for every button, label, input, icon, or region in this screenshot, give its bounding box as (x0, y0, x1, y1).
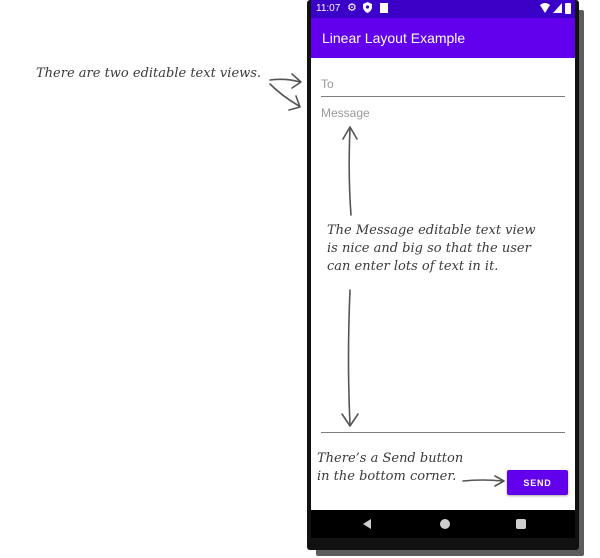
annotation-line: The Message editable text view (327, 223, 536, 238)
arrowhead-to-message (288, 95, 301, 111)
to-field[interactable] (321, 74, 565, 97)
back-icon[interactable] (362, 519, 372, 529)
annotation-line: is nice and big so that the user (327, 241, 531, 256)
annotation-send-note: There’s a Send button in the bottom corn… (317, 450, 463, 486)
annotation-message-note: The Message editable text view is nice a… (327, 222, 536, 276)
shield-icon (363, 2, 372, 13)
wifi-icon (540, 3, 550, 13)
recents-icon[interactable] (516, 519, 526, 529)
arrow-to-field (269, 78, 301, 83)
app-bar: Linear Layout Example (311, 18, 575, 58)
signal-icon (553, 3, 562, 13)
sd-card-icon (380, 3, 388, 13)
arrow-to-message (269, 83, 300, 107)
annotation-line: in the bottom corner. (317, 469, 457, 484)
battery-icon (565, 3, 571, 14)
annotation-two-fields: There are two editable text views. (36, 66, 262, 81)
navigation-bar (311, 510, 575, 538)
status-time: 11:07 (316, 3, 341, 14)
annotation-line: There’s a Send button (317, 451, 464, 466)
status-bar: 11:07 ⚙ (311, 0, 575, 18)
app-title: Linear Layout Example (322, 30, 466, 46)
home-icon[interactable] (440, 519, 450, 529)
gear-icon: ⚙ (347, 2, 357, 14)
send-button[interactable]: SEND (507, 470, 568, 495)
arrowhead-to-field (291, 73, 302, 89)
annotation-line: can enter lots of text in it. (327, 259, 499, 274)
